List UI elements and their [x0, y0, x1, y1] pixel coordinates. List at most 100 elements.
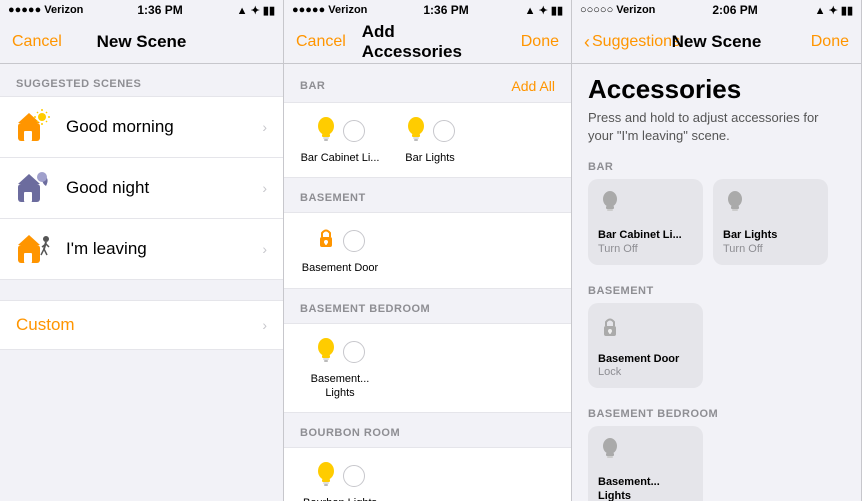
- acc-basement-door-top: [315, 225, 365, 257]
- p3-header: Accessories Press and hold to adjust acc…: [572, 64, 861, 151]
- basement-lights-select-circle[interactable]: [343, 341, 365, 363]
- p3-acc-bar-cabinet[interactable]: Bar Cabinet Li... Turn Off: [588, 179, 703, 264]
- acc-basement-lights-top: [315, 336, 365, 368]
- acc-bar-lights[interactable]: Bar Lights: [390, 115, 470, 165]
- acc-basement-lights[interactable]: Basement... Lights: [300, 336, 380, 401]
- p3-basement-lights-name: Basement... Lights: [598, 475, 693, 501]
- bourbon-lights-bulb-icon: [315, 460, 337, 492]
- bourbon-accessories-grid: Bourbon Lights: [284, 447, 571, 501]
- add-all-button[interactable]: Add All: [511, 78, 555, 94]
- chevron-good-morning: ›: [262, 119, 267, 135]
- scene-item-im-leaving[interactable]: I'm leaving ›: [0, 219, 283, 280]
- acc-bar-cabinet-lights[interactable]: Bar Cabinet Li...: [300, 115, 380, 165]
- nav-bar-2: Cancel Add Accessories Done: [284, 20, 571, 64]
- acc-bourbon-lights-top: [315, 460, 365, 492]
- p3-room-bar-label: BAR: [572, 151, 861, 179]
- cancel-button-2[interactable]: Cancel: [296, 33, 346, 51]
- done-button-3[interactable]: Done: [811, 33, 849, 51]
- room-bourbon: BOURBON ROOM: [284, 413, 571, 501]
- p3-basement-door-name: Basement Door: [598, 352, 693, 366]
- room-basement-bedroom-label: BASEMENT BEDROOM: [300, 303, 430, 315]
- basement-door-lock-icon: [315, 225, 337, 257]
- panel-new-scene: ●●●●● Verizon 1:36 PM ▲ ✦ ▮▮ Cancel New …: [0, 0, 284, 501]
- good-night-icon: [16, 170, 52, 206]
- bar-lights-bulb-icon: [405, 115, 427, 147]
- acc-basement-door[interactable]: Basement Door: [300, 225, 380, 275]
- back-label-3: Suggestions: [592, 33, 680, 51]
- basement-bedroom-accessories-grid: Basement... Lights: [284, 323, 571, 414]
- p3-basement-grid: Basement Door Lock: [572, 303, 861, 398]
- room-basement: BASEMENT: [284, 178, 571, 288]
- panel-add-accessories: ●●●●● Verizon 1:36 PM ▲ ✦ ▮▮ Cancel Add …: [284, 0, 572, 501]
- room-bourbon-header: BOURBON ROOM: [284, 413, 571, 447]
- status-bar-2: ●●●●● Verizon 1:36 PM ▲ ✦ ▮▮: [284, 0, 571, 20]
- chevron-custom: ›: [262, 317, 267, 333]
- p3-bar-lights-icon: [723, 189, 818, 224]
- bar-accessories-grid: Bar Cabinet Li...: [284, 102, 571, 178]
- time-2: 1:36 PM: [423, 3, 468, 17]
- bar-cabinet-select-circle[interactable]: [343, 120, 365, 142]
- p3-accessories-subtitle: Press and hold to adjust accessories for…: [588, 109, 845, 145]
- basement-lights-name: Basement... Lights: [300, 372, 380, 401]
- p3-acc-basement-door[interactable]: Basement Door Lock: [588, 303, 703, 388]
- p3-acc-basement-lights[interactable]: Basement... Lights Turn Off: [588, 426, 703, 501]
- p3-acc-bar-lights[interactable]: Bar Lights Turn Off: [713, 179, 828, 264]
- room-basement-bedroom-header: BASEMENT BEDROOM: [284, 289, 571, 323]
- carrier-1: ●●●●● Verizon: [8, 4, 83, 16]
- carrier-3: ○○○○○ Verizon: [580, 4, 655, 16]
- room-basement-bedroom: BASEMENT BEDROOM: [284, 289, 571, 414]
- room-bourbon-label: BOURBON ROOM: [300, 427, 400, 439]
- scene-item-good-morning[interactable]: Good morning ›: [0, 96, 283, 158]
- bourbon-lights-name: Bourbon Lights: [303, 496, 377, 501]
- carrier-2: ●●●●● Verizon: [292, 4, 367, 16]
- nav-inner-2: Cancel Add Accessories Done: [296, 33, 559, 51]
- bar-lights-select-circle[interactable]: [433, 120, 455, 142]
- status-bar-3: ○○○○○ Verizon 2:06 PM ▲ ✦ ▮▮: [572, 0, 861, 20]
- p3-bar-lights-name: Bar Lights: [723, 228, 818, 242]
- basement-door-name: Basement Door: [302, 261, 378, 275]
- im-leaving-icon: [16, 231, 52, 267]
- p3-basement-door-icon: [598, 313, 693, 348]
- good-night-label: Good night: [66, 178, 262, 198]
- nav-bar-1: Cancel New Scene: [0, 20, 283, 64]
- room-basement-label: BASEMENT: [300, 192, 366, 204]
- icons-1: ▲ ✦ ▮▮: [237, 4, 275, 17]
- p3-scroll: Accessories Press and hold to adjust acc…: [572, 64, 861, 501]
- custom-scene-item[interactable]: Custom ›: [0, 300, 283, 350]
- room-bar: BAR Add All: [284, 64, 571, 178]
- p3-bar-cabinet-name: Bar Cabinet Li...: [598, 228, 693, 242]
- p3-room-basement-bedroom-label: BASEMENT BEDROOM: [572, 398, 861, 426]
- basement-lights-bulb-icon: [315, 336, 337, 368]
- basement-accessories-grid: Basement Door: [284, 212, 571, 288]
- p3-bar-lights-state: Turn Off: [723, 243, 818, 255]
- bar-cabinet-name: Bar Cabinet Li...: [301, 151, 380, 165]
- p3-room-basement-label: BASEMENT: [572, 275, 861, 303]
- p3-accessories-title: Accessories: [588, 74, 845, 105]
- room-bar-label: BAR: [300, 80, 325, 92]
- bourbon-lights-select-circle[interactable]: [343, 465, 365, 487]
- im-leaving-label: I'm leaving: [66, 239, 262, 259]
- panel-accessories-view: ○○○○○ Verizon 2:06 PM ▲ ✦ ▮▮ ‹ Suggestio…: [572, 0, 862, 501]
- scene-item-good-night[interactable]: Good night ›: [0, 158, 283, 219]
- basement-door-select-circle[interactable]: [343, 230, 365, 252]
- back-button-3[interactable]: ‹ Suggestions: [584, 33, 680, 51]
- chevron-good-night: ›: [262, 180, 267, 196]
- accessories-scroll: BAR Add All: [284, 64, 571, 501]
- chevron-im-leaving: ›: [262, 241, 267, 257]
- back-chevron-icon: ‹: [584, 33, 590, 51]
- p3-basement-lights-icon: [598, 436, 693, 471]
- nav-inner-1: Cancel New Scene: [12, 33, 271, 51]
- nav-title-1: New Scene: [97, 32, 187, 52]
- bar-lights-name: Bar Lights: [405, 151, 455, 165]
- acc-bourbon-lights[interactable]: Bourbon Lights: [300, 460, 380, 501]
- time-3: 2:06 PM: [712, 3, 757, 17]
- icons-2: ▲ ✦ ▮▮: [525, 4, 563, 17]
- status-bar-1: ●●●●● Verizon 1:36 PM ▲ ✦ ▮▮: [0, 0, 283, 20]
- suggested-scenes-header: SUGGESTED SCENES: [0, 64, 283, 96]
- room-bar-header: BAR Add All: [284, 64, 571, 102]
- cancel-button-1[interactable]: Cancel: [12, 33, 62, 51]
- p3-basement-bedroom-grid: Basement... Lights Turn Off: [572, 426, 861, 501]
- acc-bar-lights-top: [405, 115, 455, 147]
- icons-3: ▲ ✦ ▮▮: [815, 4, 853, 17]
- done-button-2[interactable]: Done: [521, 33, 559, 51]
